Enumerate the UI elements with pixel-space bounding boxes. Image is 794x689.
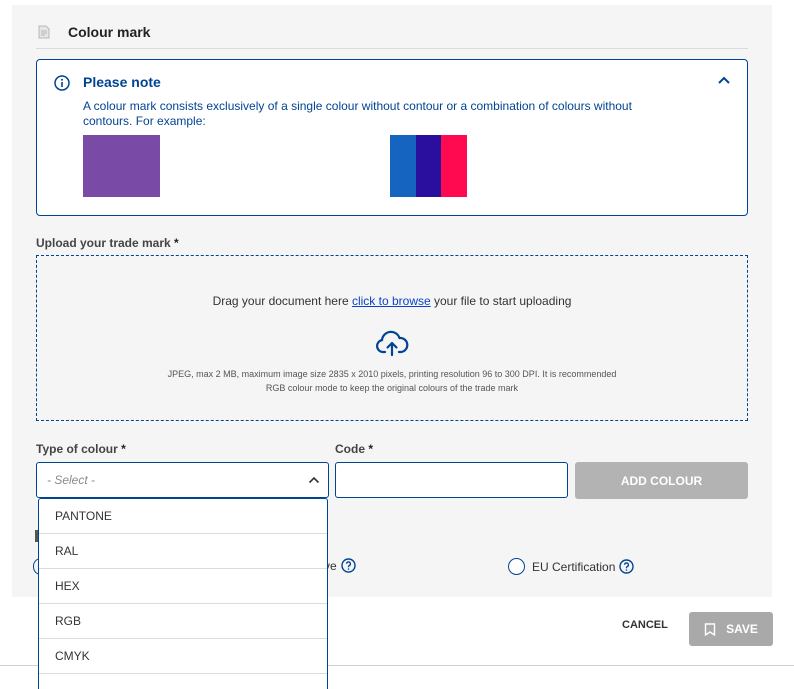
browse-link[interactable]: click to browse bbox=[352, 294, 431, 308]
info-icon bbox=[54, 75, 70, 91]
chevron-up-icon bbox=[308, 476, 320, 484]
add-colour-button[interactable]: ADD COLOUR bbox=[575, 462, 748, 499]
save-button[interactable]: SAVE bbox=[689, 612, 773, 646]
combo-colour-swatch bbox=[390, 135, 416, 197]
help-icon[interactable] bbox=[619, 559, 635, 574]
drag-text: Drag your document here click to browse … bbox=[212, 294, 572, 308]
colour-type-dropdown: PANTONE RAL HEX RGB CMYK bbox=[38, 498, 328, 689]
combo-colour-swatch bbox=[415, 135, 442, 197]
header-divider bbox=[36, 48, 748, 49]
select-placeholder: - Select - bbox=[47, 473, 96, 487]
note-text: A colour mark consists exclusively of a … bbox=[83, 99, 632, 128]
code-input[interactable] bbox=[335, 462, 568, 498]
upload-hint: JPEG, max 2 MB, maximum image size 2835 … bbox=[167, 369, 617, 393]
cancel-button[interactable]: CANCEL bbox=[622, 619, 668, 631]
document-icon bbox=[38, 25, 50, 39]
single-colour-example bbox=[83, 135, 160, 197]
colour-combination-example bbox=[390, 135, 468, 197]
dropdown-option-ral[interactable]: RAL bbox=[39, 534, 327, 569]
bookmark-icon bbox=[704, 622, 716, 636]
section-header: Colour mark bbox=[38, 24, 150, 40]
dropdown-option-hex[interactable]: HEX bbox=[39, 569, 327, 604]
help-icon[interactable] bbox=[340, 558, 356, 573]
code-label: Code * bbox=[335, 442, 374, 456]
upload-dropzone[interactable]: Drag your document here click to browse … bbox=[36, 255, 748, 421]
note-box: Please note A colour mark consists exclu… bbox=[36, 59, 748, 216]
dropdown-option-rgb[interactable]: RGB bbox=[39, 604, 327, 639]
upload-label: Upload your trade mark * bbox=[36, 236, 179, 250]
eu-certification-option[interactable]: EU Certification bbox=[508, 558, 635, 575]
dropdown-option-cmyk[interactable]: CMYK bbox=[39, 639, 327, 674]
eu-certification-radio[interactable] bbox=[508, 558, 525, 575]
dropdown-option-pantone[interactable]: PANTONE bbox=[39, 499, 327, 534]
chevron-up-icon[interactable] bbox=[717, 74, 731, 86]
combo-colour-swatch bbox=[441, 135, 468, 197]
cloud-upload-icon bbox=[376, 330, 409, 357]
colour-type-select[interactable]: - Select - bbox=[36, 462, 329, 498]
colour-type-label: Type of colour * bbox=[36, 442, 126, 456]
section-title: Colour mark bbox=[68, 24, 151, 40]
note-title: Please note bbox=[83, 74, 161, 90]
